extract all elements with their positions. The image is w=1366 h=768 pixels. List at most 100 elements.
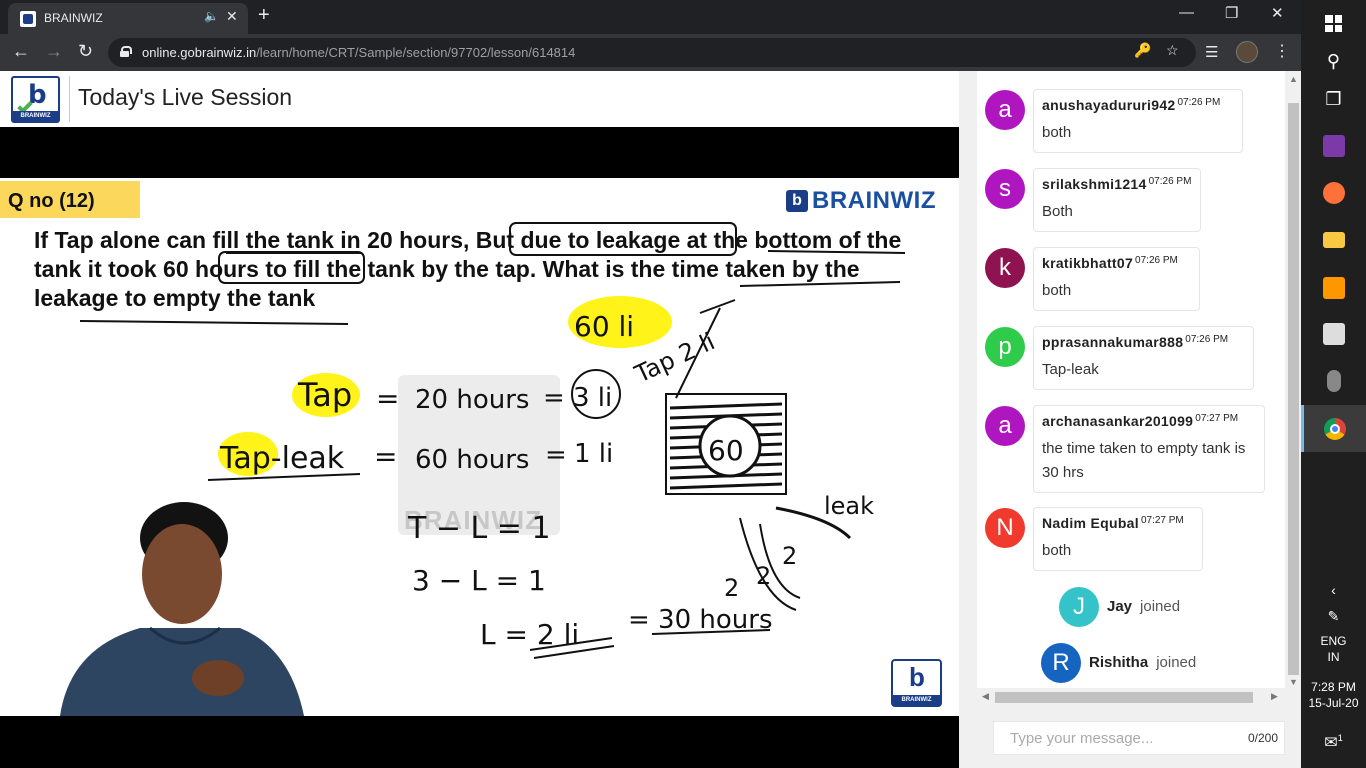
join-username: Jay (1107, 598, 1133, 615)
tank-capacity: 60 (708, 434, 744, 467)
user-avatar: p (985, 327, 1025, 367)
scroll-down-icon[interactable]: ▼ (1289, 677, 1298, 687)
brainwiz-favicon-icon (20, 11, 36, 27)
windows-taskbar: ⚲ ❐ ‹ ✎ ENG IN 7:28 PM 15-Jul-20 ✉1 (1301, 0, 1366, 768)
tap-leak-hours: 60 hours (415, 445, 529, 475)
user-avatar: J (1059, 587, 1099, 627)
message-bubble: Nadim Equbal 07:27 PM both (1033, 507, 1203, 571)
handwritten-annotations: 60 li Tap = 20 hours = 3 li Tap 2 li Tap… (60, 222, 906, 716)
close-window-icon[interactable]: ✕ (1271, 4, 1284, 22)
voice-recorder-app[interactable] (1301, 357, 1366, 404)
clock-time: 7:28 PM (1311, 680, 1356, 694)
message-username: anushayadururi942 (1042, 97, 1176, 113)
scroll-left-icon[interactable]: ◀ (982, 691, 989, 702)
message-username: Nadim Equbal (1042, 515, 1139, 531)
join-notice: R Rishitha joined (1041, 643, 1241, 683)
pen-icon[interactable]: ✎ (1301, 608, 1366, 624)
message-username: pprasannakumar888 (1042, 334, 1184, 350)
leak-rate-1: 2 (782, 542, 797, 570)
forward-arrow-icon[interactable]: → (45, 41, 63, 62)
key-icon[interactable]: 🔑 (1134, 42, 1151, 59)
message-username: kratikbhatt07 (1042, 255, 1134, 271)
clock[interactable]: 7:28 PM 15-Jul-20 (1301, 679, 1366, 711)
clock-date: 15-Jul-20 (1308, 696, 1359, 710)
svg-text:=: = (374, 440, 397, 473)
chat-horizontal-scrollbar[interactable]: ◀ ▶ (977, 688, 1285, 705)
firefox-app[interactable] (1301, 169, 1366, 216)
join-username: Rishitha (1089, 654, 1149, 671)
onenote-app[interactable] (1301, 122, 1366, 169)
message-time: 07:27 PM (1195, 413, 1239, 424)
tap-leak-label: Tap-leak (219, 441, 345, 476)
message-time: 07:26 PM (1148, 176, 1192, 187)
scroll-thumb[interactable] (1288, 103, 1299, 675)
message-username: archanasankar201099 (1042, 413, 1194, 429)
sublime-app[interactable] (1301, 264, 1366, 311)
message-time: 07:26 PM (1185, 334, 1229, 345)
task-view-icon[interactable]: ❐ (1301, 76, 1366, 123)
close-tab-icon[interactable]: ✕ (226, 8, 238, 25)
menu-dots-icon[interactable]: ⋮ (1274, 41, 1290, 61)
chat-message-list[interactable]: a anushayadururi942 07:26 PM both s srilakshm… (977, 71, 1285, 688)
speaker-icon[interactable]: 🔈 (204, 9, 219, 23)
back-arrow-icon[interactable]: ← (12, 41, 30, 62)
leak-rate-3: 2 (756, 562, 771, 590)
tab-title: BRAINWIZ (44, 11, 103, 25)
char-counter: 0/200 (1247, 731, 1278, 745)
calculator-icon (1322, 322, 1345, 345)
calculator-app[interactable] (1301, 310, 1366, 357)
leak-label: leak (824, 492, 874, 520)
address-bar[interactable]: online.gobrainwiz.in/learn/home/CRT/Samp… (108, 38, 1196, 67)
join-notice: J Jay joined (1059, 587, 1259, 627)
svg-text:=: = (545, 440, 567, 470)
message-bubble: anushayadururi942 07:26 PM both (1033, 89, 1243, 153)
chrome-icon (1324, 417, 1346, 440)
input-language[interactable]: ENG IN (1301, 633, 1366, 665)
scroll-up-icon[interactable]: ▲ (1289, 74, 1298, 84)
onenote-icon (1322, 134, 1345, 157)
message-composer: 0/200 (993, 721, 1285, 755)
step-one: T − L = 1 (407, 511, 551, 546)
new-tab-button[interactable]: + (258, 4, 270, 27)
chrome-app[interactable] (1301, 405, 1366, 452)
live-video-player[interactable]: Q no (12) b BRAINWIZ If Tap alone can fi… (0, 127, 959, 768)
notification-count: 1 (1337, 733, 1343, 743)
chat-vertical-scrollbar[interactable]: ▲ ▼ (1285, 71, 1301, 688)
lock-icon[interactable] (120, 46, 132, 57)
step-three: L = 2 li (480, 618, 579, 651)
media-control-icon[interactable]: ☰ (1205, 43, 1218, 61)
lecture-slide: Q no (12) b BRAINWIZ If Tap alone can fi… (0, 178, 959, 716)
user-avatar: a (985, 90, 1025, 130)
show-hidden-icons-chevron-icon[interactable]: ‹ (1301, 582, 1366, 598)
url-host: online.gobrainwiz.in (142, 45, 257, 60)
message-bubble: kratikbhatt07 07:26 PM both (1033, 247, 1200, 311)
tap-rate: 3 li (573, 383, 612, 413)
url-text[interactable]: online.gobrainwiz.in/learn/home/CRT/Samp… (142, 45, 575, 60)
windows-logo-icon (1325, 15, 1342, 32)
message-time: 07:26 PM (1177, 97, 1221, 108)
profile-avatar[interactable] (1236, 41, 1258, 63)
microphone-icon (1326, 369, 1341, 392)
tab-brainwiz[interactable]: BRAINWIZ 🔈 ✕ (8, 3, 248, 34)
svg-text:=: = (376, 382, 399, 415)
restore-icon[interactable]: ❐ (1225, 4, 1238, 22)
message-bubble: archanasankar201099 07:27 PM the time take… (1033, 405, 1265, 493)
message-bubble: srilakshmi1214 07:26 PM Both (1033, 168, 1201, 232)
language-code: ENG (1320, 634, 1347, 648)
brainwiz-logo[interactable]: b BRAINWIZ (11, 76, 60, 123)
browser-toolbar: ← → ↻ online.gobrainwiz.in/learn/home/CR… (0, 34, 1301, 71)
step-two: 3 − L = 1 (412, 564, 546, 597)
star-icon[interactable]: ☆ (1166, 42, 1179, 59)
join-status: joined (1156, 654, 1197, 671)
message-text: the time taken to empty tank is 30 hrs (1042, 440, 1246, 481)
minimize-icon[interactable]: — (1179, 4, 1194, 21)
message-text: Both (1042, 203, 1073, 220)
hscroll-thumb[interactable] (995, 692, 1253, 703)
message-input[interactable] (994, 722, 1234, 754)
scroll-right-icon[interactable]: ▶ (1271, 691, 1278, 702)
firefox-icon (1322, 181, 1345, 204)
tap-leak-rate: 1 li (574, 439, 613, 469)
action-center-icon[interactable]: ✉1 (1301, 730, 1366, 751)
reload-icon[interactable]: ↻ (78, 41, 93, 62)
file-explorer-app[interactable] (1301, 216, 1366, 263)
